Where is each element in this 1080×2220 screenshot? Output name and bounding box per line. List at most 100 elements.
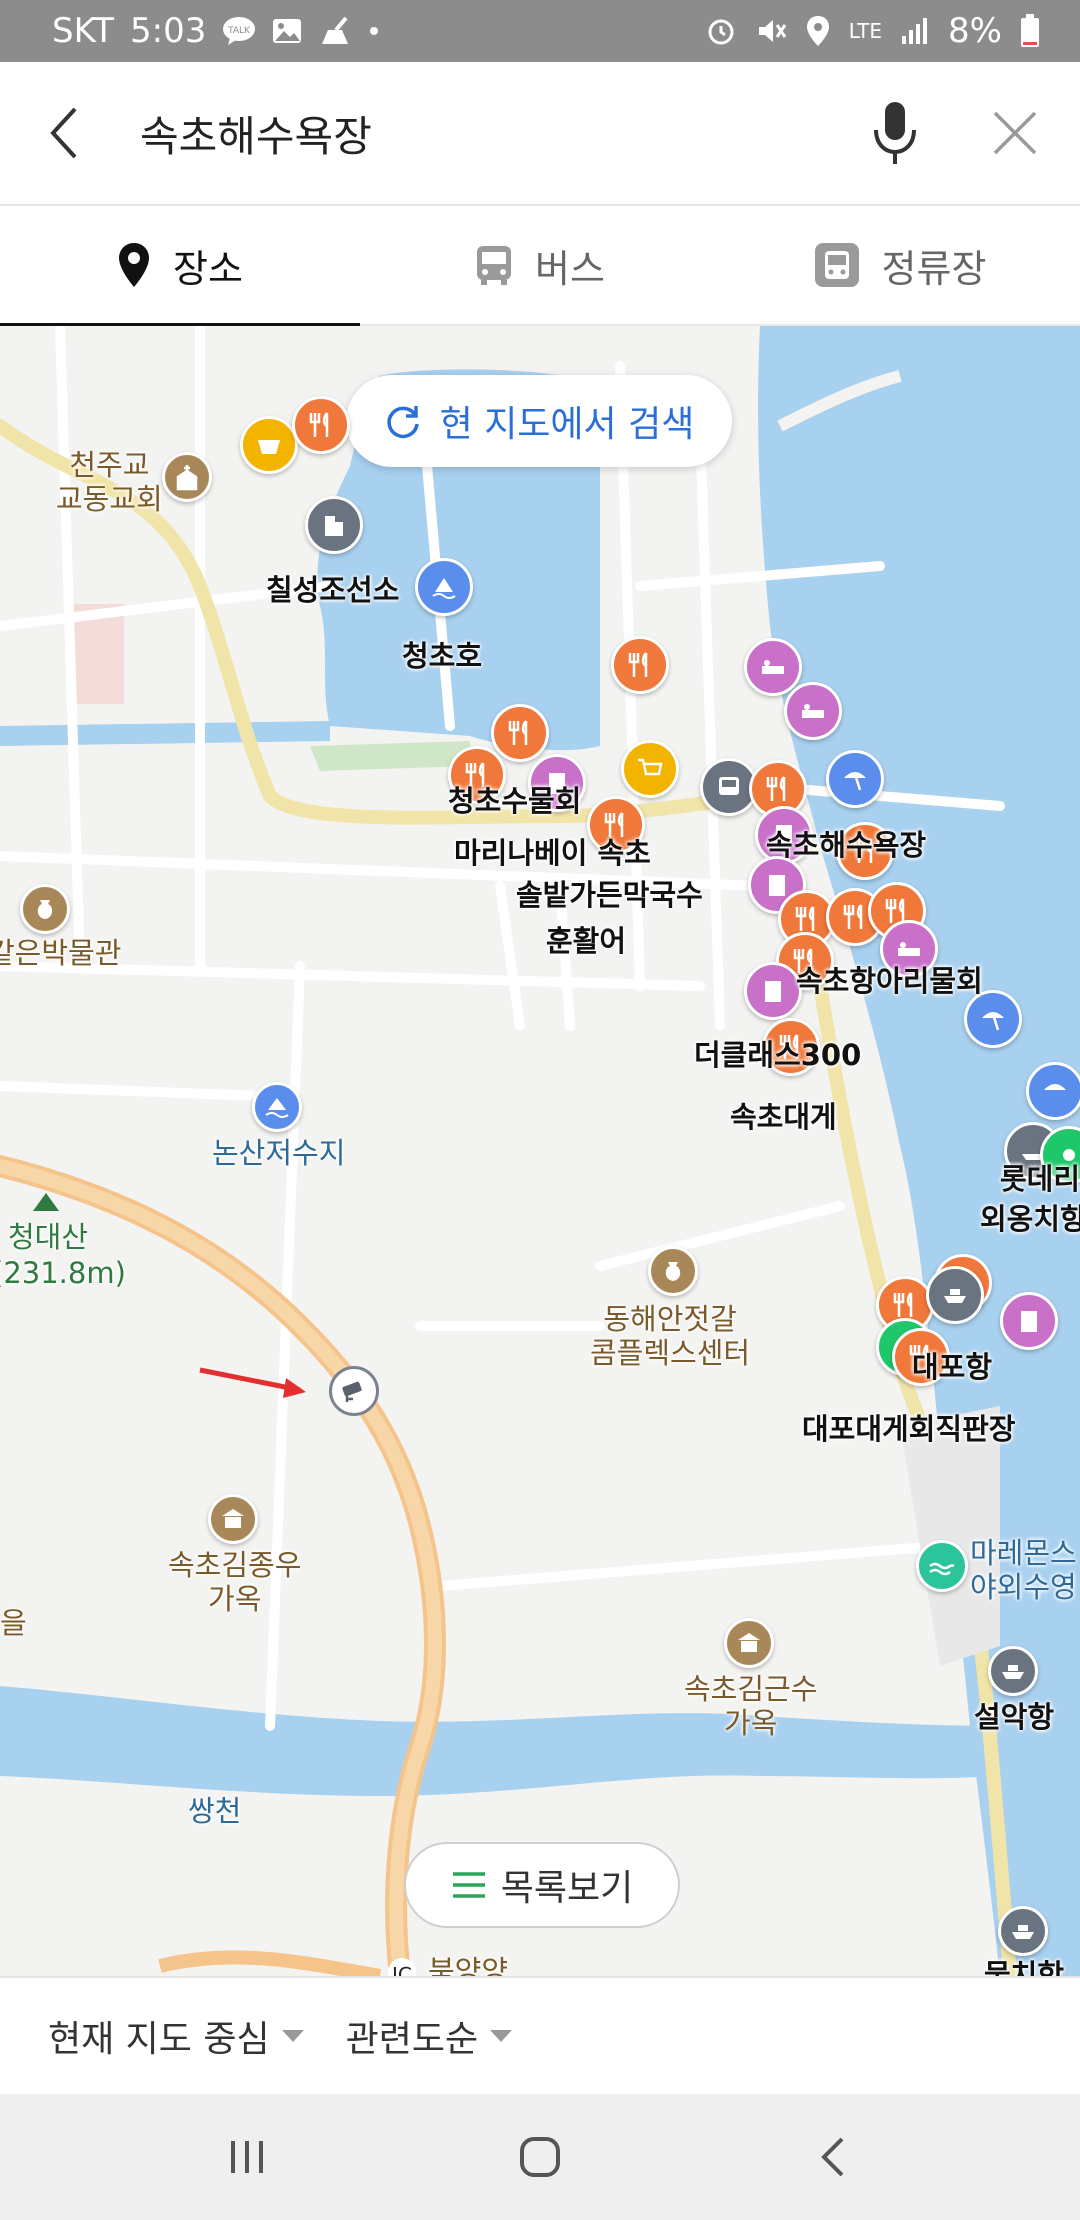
- recent-apps-icon: [230, 2141, 263, 2173]
- map-label-cheongcho-restaurant: 청초수물회: [448, 784, 582, 818]
- beach-marker-icon[interactable]: [826, 750, 884, 808]
- list-view-button[interactable]: 목록보기: [404, 1842, 680, 1928]
- sort-order-label: 관련도순: [345, 2019, 479, 2060]
- time: 5:03: [130, 11, 207, 51]
- signal-icon: [900, 16, 930, 46]
- sort-order-dropdown[interactable]: 관련도순: [346, 2010, 514, 2062]
- map-view[interactable]: 현 지도에서 검색 천주교 교동교회 칠성조선소 청초호 청초수물회 마리나베이…: [0, 326, 1080, 1976]
- talk-notification-icon: TALK: [222, 16, 256, 46]
- shopping-marker-icon[interactable]: [621, 740, 679, 798]
- map-base: [0, 326, 1080, 1976]
- market-marker-icon[interactable]: [648, 1246, 698, 1296]
- tab-place[interactable]: 장소: [0, 206, 360, 326]
- map-label-solbat: 솔밭가든막국수: [516, 878, 703, 912]
- map-label-eul: 을: [0, 1606, 27, 1640]
- caret-down-icon: [281, 2030, 304, 2042]
- location-status-icon: [805, 15, 831, 47]
- cctv-camera-icon[interactable]: [329, 1366, 379, 1416]
- beach-marker-icon[interactable]: [964, 990, 1022, 1048]
- caret-down-icon: [490, 2030, 513, 2042]
- hotel-marker-icon[interactable]: [744, 638, 802, 696]
- museum-marker-icon[interactable]: [20, 884, 70, 934]
- home-icon: [519, 2137, 560, 2177]
- tab-bus[interactable]: 버스: [360, 206, 720, 324]
- nav-back-button[interactable]: [773, 2107, 893, 2207]
- map-label-kimgeunsu: 속초김근수 가옥: [684, 1672, 818, 1740]
- home-button[interactable]: [480, 2107, 600, 2207]
- filter-bar: 현재 지도 중심 관련도순: [0, 1976, 1080, 2094]
- tab-bus-stop[interactable]: 정류장: [720, 206, 1080, 324]
- map-label-bukyangyang: 북양양: [428, 1954, 509, 1976]
- map-label-ssangcheon: 쌍천: [188, 1794, 242, 1828]
- map-label-daepo: 대포항: [912, 1350, 993, 1384]
- search-tabs: 장소 버스 정류장: [0, 206, 1080, 326]
- map-label-chilseong: 칠성조선소: [266, 573, 400, 607]
- microphone-icon: [874, 102, 916, 164]
- map-label-marina: 마리나베이 속초: [454, 836, 651, 870]
- shipyard-marker-icon[interactable]: [415, 558, 473, 616]
- gallery-notification-icon: [272, 17, 302, 45]
- map-label-cheongdaesan-height: (231.8m): [0, 1256, 126, 1290]
- cleaner-notification-icon: [318, 16, 352, 46]
- close-icon: [993, 111, 1037, 155]
- search-header: 속초해수욕장: [0, 62, 1080, 206]
- heritage-house-marker-icon[interactable]: [208, 1494, 258, 1544]
- map-label-seorak: 설악항: [974, 1700, 1055, 1734]
- port-marker-icon[interactable]: [998, 1906, 1048, 1956]
- carrier: SKT: [52, 11, 115, 51]
- list-icon: [452, 1872, 485, 1898]
- hotel-marker-icon[interactable]: [784, 682, 842, 740]
- map-label-theclass: 더클래스300: [694, 1038, 862, 1072]
- battery-icon: [1020, 14, 1040, 48]
- reservoir-marker-icon[interactable]: [252, 1082, 302, 1132]
- map-label-donghae: 동해안젓갈 콤플렉스센터: [590, 1302, 751, 1370]
- bus-icon: [475, 244, 513, 286]
- restaurant-marker-icon[interactable]: [491, 704, 549, 762]
- swimming-pool-marker-icon[interactable]: [916, 1540, 968, 1592]
- restaurant-marker-icon[interactable]: [611, 636, 669, 694]
- map-center-filter-dropdown[interactable]: 현재 지도 중심: [48, 2010, 306, 2062]
- ferry-marker-icon[interactable]: [926, 1266, 984, 1324]
- battery-percent: 8%: [948, 11, 1002, 51]
- hotel-marker-icon[interactable]: [744, 962, 802, 1020]
- map-label-museum: 같은박물관: [0, 936, 122, 970]
- map-label-cheongdaesan: 청대산: [8, 1220, 89, 1254]
- hotel-marker-icon[interactable]: [1000, 1292, 1058, 1350]
- status-bar: SKT 5:03 TALK LTE 8%: [0, 0, 1080, 62]
- voice-search-button[interactable]: [840, 61, 950, 205]
- map-label-kimjongwoo: 속초김종우 가옥: [168, 1548, 302, 1616]
- mountain-peak-icon: [30, 1188, 62, 1214]
- recent-apps-button[interactable]: [187, 2107, 307, 2207]
- clear-search-button[interactable]: [950, 61, 1080, 205]
- network-type: LTE: [848, 19, 883, 43]
- system-nav-bar: [0, 2094, 1080, 2220]
- tab-bus-stop-label: 정류장: [881, 246, 987, 291]
- map-label-nonsan: 논산저수지: [212, 1136, 346, 1170]
- restaurant-marker-icon[interactable]: [292, 396, 350, 454]
- map-center-filter-label: 현재 지도 중심: [48, 2019, 270, 2060]
- refresh-icon: [386, 406, 419, 439]
- map-label-cheonju: 천주교 교동교회: [56, 448, 163, 516]
- search-this-area-button[interactable]: 현 지도에서 검색: [346, 375, 732, 467]
- back-button[interactable]: [0, 61, 130, 205]
- shopping-marker-icon[interactable]: [240, 416, 298, 474]
- beach-marker-icon[interactable]: [1026, 1062, 1080, 1120]
- location-pin-icon: [117, 242, 151, 288]
- map-label-cheongcho-lake: 청초호: [402, 639, 483, 673]
- svg-text:TALK: TALK: [227, 26, 251, 36]
- map-label-hunhwal: 훈활어: [546, 924, 627, 958]
- heritage-house-marker-icon[interactable]: [724, 1618, 774, 1668]
- port-marker-icon[interactable]: [988, 1646, 1038, 1696]
- alarm-icon: [705, 15, 737, 47]
- building-marker-icon[interactable]: [305, 496, 363, 554]
- more-notifications-dot-icon: [368, 25, 380, 37]
- tab-bus-label: 버스: [535, 246, 605, 291]
- search-input[interactable]: 속초해수욕장: [130, 103, 840, 164]
- church-marker-icon[interactable]: [162, 452, 212, 502]
- map-label-lotte: 롯데리: [1000, 1162, 1080, 1196]
- chevron-left-icon: [50, 107, 77, 159]
- mute-icon: [755, 15, 787, 47]
- search-this-area-label: 현 지도에서 검색: [439, 404, 695, 445]
- map-label-maremons: 마레몬스 야외수영: [970, 1536, 1077, 1604]
- map-label-daepo-market: 대포대게회직판장: [802, 1412, 1016, 1446]
